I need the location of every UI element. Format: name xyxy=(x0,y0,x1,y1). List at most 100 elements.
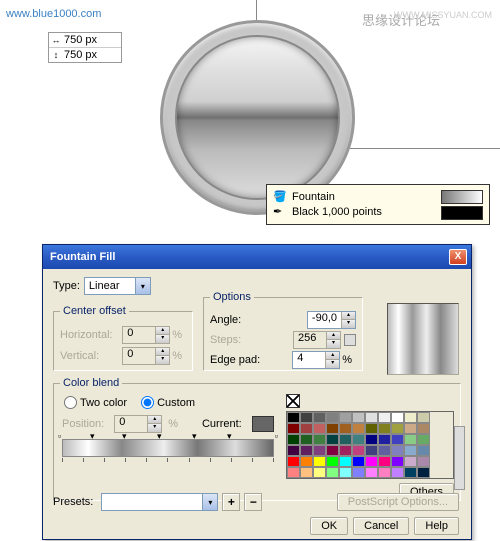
color-swatch[interactable] xyxy=(326,467,339,478)
group-title: Options xyxy=(210,291,254,303)
gradient-editor[interactable]: ▫▾▾▾▾▾▫ xyxy=(62,439,274,462)
color-swatch[interactable] xyxy=(404,434,417,445)
color-swatch[interactable] xyxy=(287,456,300,467)
color-swatch[interactable] xyxy=(300,434,313,445)
width-value[interactable]: 750 px xyxy=(64,34,97,46)
fountain-fill-dialog: Fountain Fill X Type: Linear ▾ Center of… xyxy=(42,244,472,540)
color-swatch[interactable] xyxy=(326,434,339,445)
steps-spinner: 256▴▾ xyxy=(293,331,341,349)
type-combo[interactable]: Linear ▾ xyxy=(84,277,151,295)
color-swatch[interactable] xyxy=(404,467,417,478)
watermark-url: WWW.MISSYUAN.COM xyxy=(394,10,492,20)
color-swatch[interactable] xyxy=(300,445,313,456)
color-swatch[interactable] xyxy=(313,456,326,467)
color-swatch[interactable] xyxy=(352,467,365,478)
source-url: www.blue1000.com xyxy=(6,8,101,20)
color-swatch[interactable] xyxy=(287,445,300,456)
color-swatch[interactable] xyxy=(365,434,378,445)
help-button[interactable]: Help xyxy=(414,517,459,535)
presets-label: Presets: xyxy=(53,496,93,508)
options-group: Options Angle: -90,0▴▾ Steps: 256▴▾ Edge… xyxy=(203,297,363,371)
color-swatch[interactable] xyxy=(326,412,339,423)
color-swatch[interactable] xyxy=(352,456,365,467)
color-swatch[interactable] xyxy=(339,423,352,434)
color-swatch[interactable] xyxy=(378,445,391,456)
color-swatch[interactable] xyxy=(339,412,352,423)
ok-button[interactable]: OK xyxy=(310,517,348,535)
color-swatch[interactable] xyxy=(404,445,417,456)
color-swatch[interactable] xyxy=(417,445,430,456)
color-swatch[interactable] xyxy=(404,423,417,434)
color-swatch[interactable] xyxy=(300,423,313,434)
color-swatch[interactable] xyxy=(417,412,430,423)
color-swatch[interactable] xyxy=(417,434,430,445)
dialog-titlebar[interactable]: Fountain Fill X xyxy=(43,245,471,269)
color-swatch[interactable] xyxy=(313,434,326,445)
color-swatch[interactable] xyxy=(300,467,313,478)
color-swatch[interactable] xyxy=(326,423,339,434)
color-swatch[interactable] xyxy=(313,423,326,434)
color-swatch[interactable] xyxy=(339,467,352,478)
color-swatch[interactable] xyxy=(417,423,430,434)
edgepad-spinner[interactable]: 4▴▾ xyxy=(292,351,340,369)
lock-icon[interactable] xyxy=(344,334,356,346)
current-color-swatch[interactable] xyxy=(252,416,274,432)
color-swatch[interactable] xyxy=(352,445,365,456)
color-swatch[interactable] xyxy=(287,467,300,478)
no-color-swatch[interactable] xyxy=(286,394,300,408)
color-swatch[interactable] xyxy=(300,412,313,423)
presets-combo[interactable]: ▾ xyxy=(101,493,218,511)
height-value[interactable]: 750 px xyxy=(64,49,97,61)
vertical-label: Vertical: xyxy=(60,350,99,362)
color-swatch[interactable] xyxy=(378,456,391,467)
color-swatch[interactable] xyxy=(352,434,365,445)
custom-radio[interactable]: Custom xyxy=(141,396,195,409)
palette-scrollbar[interactable] xyxy=(454,426,465,490)
color-swatch[interactable] xyxy=(326,456,339,467)
color-swatch[interactable] xyxy=(339,445,352,456)
color-swatch[interactable] xyxy=(287,434,300,445)
color-swatch[interactable] xyxy=(352,412,365,423)
color-swatch[interactable] xyxy=(391,445,404,456)
color-swatch[interactable] xyxy=(391,456,404,467)
chevron-down-icon[interactable]: ▾ xyxy=(202,494,217,510)
edgepad-label: Edge pad: xyxy=(210,354,260,366)
color-swatch[interactable] xyxy=(326,445,339,456)
current-label: Current: xyxy=(202,418,242,430)
cancel-button[interactable]: Cancel xyxy=(353,517,409,535)
chevron-down-icon[interactable]: ▾ xyxy=(135,278,150,294)
color-swatch[interactable] xyxy=(313,467,326,478)
two-color-radio[interactable]: Two color xyxy=(64,396,127,409)
color-swatch[interactable] xyxy=(378,434,391,445)
color-swatch[interactable] xyxy=(365,467,378,478)
color-swatch[interactable] xyxy=(378,423,391,434)
color-swatch[interactable] xyxy=(404,456,417,467)
color-swatch[interactable] xyxy=(365,412,378,423)
color-swatch[interactable] xyxy=(313,412,326,423)
color-swatch[interactable] xyxy=(313,445,326,456)
color-swatch[interactable] xyxy=(365,456,378,467)
horizontal-label: Horizontal: xyxy=(60,329,113,341)
color-swatch[interactable] xyxy=(365,423,378,434)
color-swatch[interactable] xyxy=(365,445,378,456)
color-swatch[interactable] xyxy=(287,423,300,434)
color-swatch[interactable] xyxy=(287,412,300,423)
color-swatch[interactable] xyxy=(404,412,417,423)
color-swatch[interactable] xyxy=(339,456,352,467)
color-swatch[interactable] xyxy=(300,456,313,467)
color-swatch[interactable] xyxy=(391,412,404,423)
color-swatch[interactable] xyxy=(391,423,404,434)
color-swatch[interactable] xyxy=(378,467,391,478)
close-button[interactable]: X xyxy=(449,249,467,265)
color-swatch[interactable] xyxy=(391,434,404,445)
color-swatch[interactable] xyxy=(339,434,352,445)
color-swatch[interactable] xyxy=(417,467,430,478)
color-swatch[interactable] xyxy=(378,412,391,423)
color-swatch[interactable] xyxy=(417,456,430,467)
preset-add-button[interactable]: + xyxy=(222,493,240,511)
guide-line xyxy=(256,0,257,22)
preset-remove-button[interactable]: − xyxy=(244,493,262,511)
color-swatch[interactable] xyxy=(391,467,404,478)
color-swatch[interactable] xyxy=(352,423,365,434)
angle-spinner[interactable]: -90,0▴▾ xyxy=(307,311,356,329)
